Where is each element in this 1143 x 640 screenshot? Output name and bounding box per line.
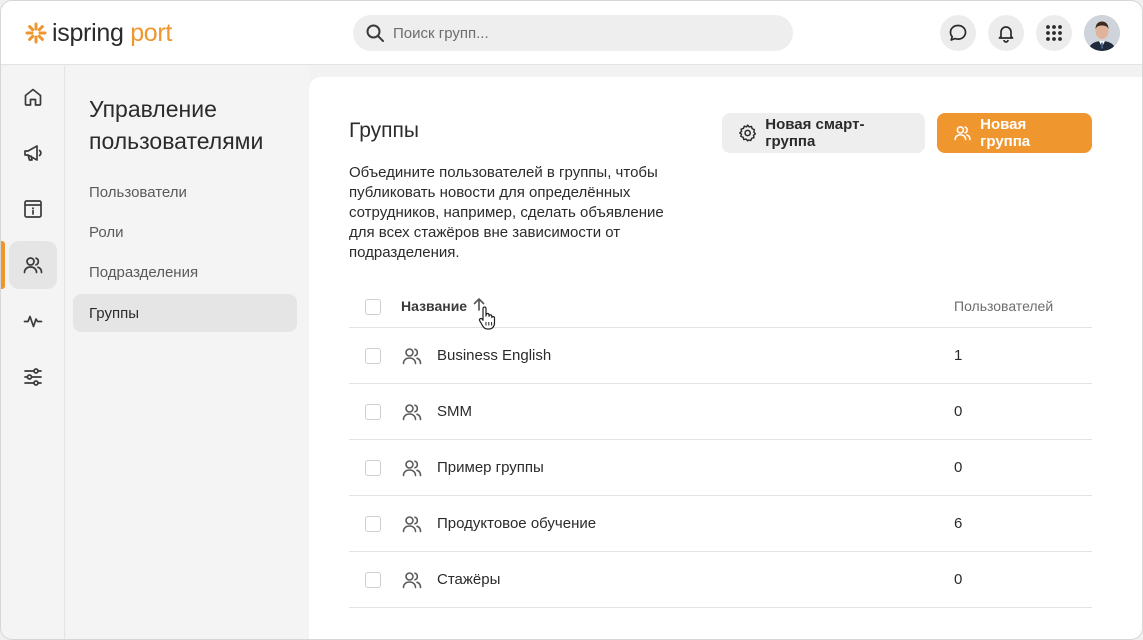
info-icon	[24, 200, 42, 218]
subnav-item-users[interactable]: Пользователи	[73, 173, 297, 211]
column-header-name[interactable]: Название	[401, 298, 467, 314]
column-header-users[interactable]: Пользователей	[954, 298, 1053, 314]
rail-item-analytics[interactable]	[9, 297, 57, 345]
group-user-count: 1	[954, 347, 963, 364]
table-header: Название Пользователей	[349, 283, 1092, 330]
home-icon	[24, 88, 42, 106]
logo-text: ispring port	[52, 19, 172, 47]
search-bar[interactable]	[353, 15, 793, 51]
table-row[interactable]: Business English 1	[349, 328, 1092, 384]
row-checkbox[interactable]	[365, 348, 381, 364]
gear-icon	[739, 124, 757, 142]
group-icon	[402, 348, 422, 365]
rail-item-home[interactable]	[9, 73, 57, 121]
row-checkbox[interactable]	[365, 460, 381, 476]
row-checkbox[interactable]	[365, 516, 381, 532]
table-row[interactable]: Стажёры 0	[349, 552, 1092, 608]
new-smart-group-button[interactable]: Новая смарт-группа	[722, 113, 925, 153]
subnav-item-departments[interactable]: Подразделения	[73, 253, 297, 291]
activity-icon	[23, 315, 43, 328]
select-all-checkbox[interactable]	[365, 299, 381, 315]
logo-text-ispring: ispring	[52, 19, 124, 47]
notifications-button[interactable]	[988, 15, 1024, 51]
new-group-button[interactable]: Новая группа	[937, 113, 1092, 153]
group-user-count: 0	[954, 459, 963, 476]
new-group-label: Новая группа	[980, 116, 1031, 150]
bell-icon	[998, 26, 1014, 43]
row-checkbox[interactable]	[365, 572, 381, 588]
logo-icon	[25, 22, 47, 44]
main-content: Группы Объедините пользователей в группы…	[309, 77, 1142, 639]
groups-table: Название Пользователей Business English …	[349, 283, 1092, 608]
rail-item-news[interactable]	[9, 129, 57, 177]
group-name[interactable]: Продуктовое обучение	[437, 515, 596, 532]
subnav-item-label: Группы	[89, 304, 139, 322]
avatar-image	[1084, 15, 1120, 51]
apps-button[interactable]	[1036, 15, 1072, 51]
page-description: Объедините пользователей в группы, чтобы…	[349, 164, 664, 261]
left-rail	[1, 66, 65, 639]
megaphone-icon	[24, 145, 42, 161]
app-window: ispring port Поиск групп... Управление п…	[0, 0, 1143, 640]
logo-text-port: port	[130, 19, 173, 47]
user-avatar[interactable]	[1084, 15, 1120, 51]
row-checkbox[interactable]	[365, 404, 381, 420]
chat-button[interactable]	[940, 15, 976, 51]
group-user-count: 0	[954, 403, 963, 420]
group-name[interactable]: Пример группы	[437, 459, 544, 476]
group-icon	[402, 572, 422, 589]
group-name[interactable]: SMM	[437, 403, 472, 420]
logo[interactable]: ispring port	[25, 18, 172, 48]
rail-item-info[interactable]	[9, 185, 57, 233]
search-input[interactable]	[393, 24, 773, 42]
group-name[interactable]: Business English	[437, 347, 551, 364]
section-title: Управление пользователями	[89, 96, 264, 154]
rail-item-settings[interactable]	[9, 353, 57, 401]
sub-navigation: Управление пользователями Пользователи Р…	[66, 66, 309, 639]
group-user-count: 0	[954, 571, 963, 588]
rail-item-users[interactable]	[9, 241, 57, 289]
table-row[interactable]: Продуктовое обучение 6	[349, 496, 1092, 552]
page-title: Группы	[349, 119, 419, 142]
group-icon	[402, 460, 422, 477]
subnav-item-roles[interactable]: Роли	[73, 213, 297, 251]
new-smart-group-label: Новая смарт-группа	[765, 116, 865, 150]
sliders-icon	[24, 368, 42, 386]
subnav-item-label: Подразделения	[89, 263, 199, 281]
chat-icon	[949, 24, 967, 41]
group-name[interactable]: Стажёры	[437, 571, 500, 588]
subnav-item-label: Пользователи	[89, 183, 187, 201]
subnav-item-groups[interactable]: Группы	[73, 294, 297, 332]
group-icon	[402, 516, 422, 533]
users-icon	[23, 257, 43, 274]
table-row[interactable]: SMM 0	[349, 384, 1092, 440]
active-indicator	[1, 241, 5, 289]
subnav-item-label: Роли	[89, 223, 124, 241]
group-user-count: 6	[954, 515, 963, 532]
search-icon	[366, 24, 384, 42]
table-row[interactable]: Пример группы 0	[349, 440, 1092, 496]
users-icon	[954, 126, 971, 141]
group-icon	[402, 404, 422, 421]
apps-grid-icon	[1046, 25, 1062, 41]
top-bar: ispring port	[1, 1, 1142, 65]
